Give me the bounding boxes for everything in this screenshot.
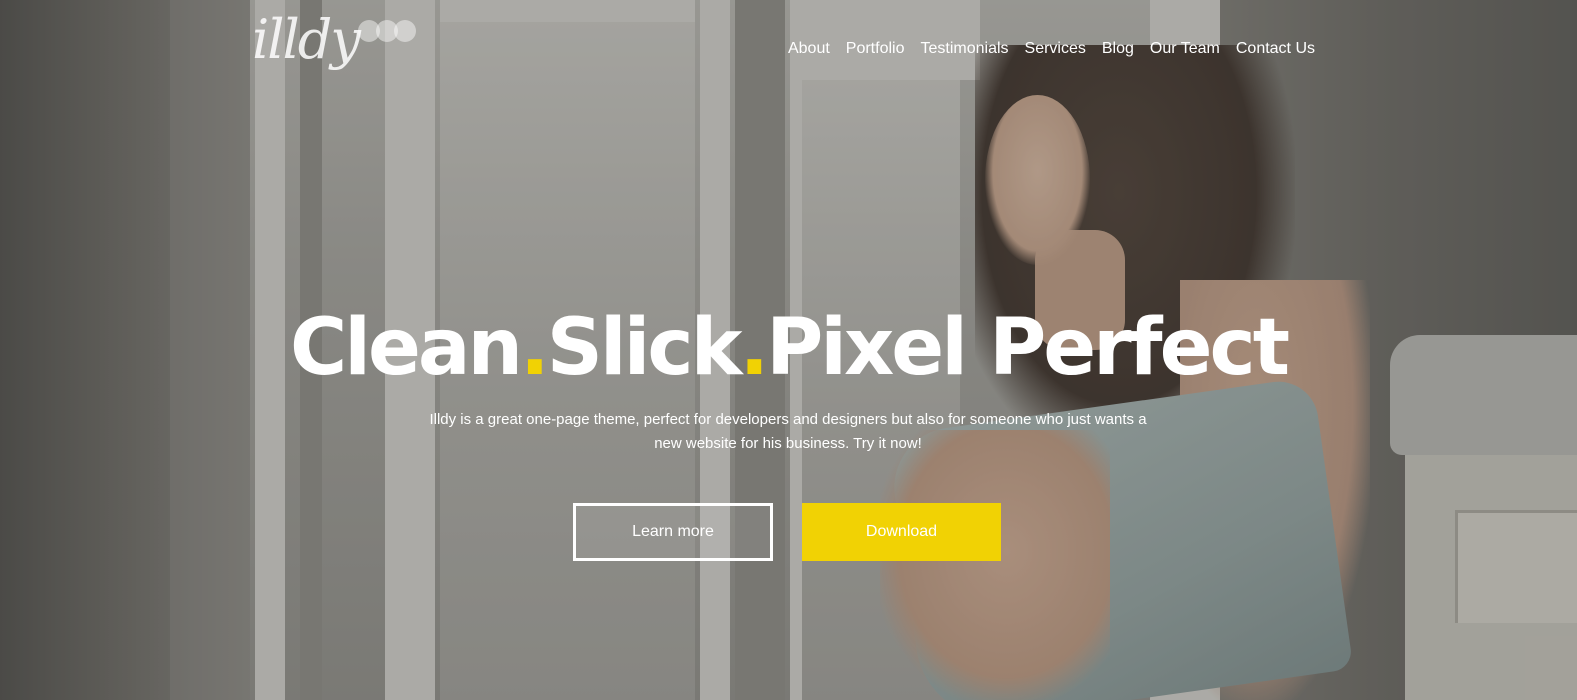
nav-blog[interactable]: Blog xyxy=(1102,38,1134,60)
nav-our-team[interactable]: Our Team xyxy=(1150,38,1220,60)
headline-word-1: Clean xyxy=(290,303,523,393)
logo-text: illdy xyxy=(252,8,361,71)
learn-more-button[interactable]: Learn more xyxy=(573,503,773,561)
hero-section: illdy About Portfolio Testimonials Servi… xyxy=(0,0,1577,700)
headline-dot-1: . xyxy=(520,303,550,393)
headline-word-3: Pixel Perfect xyxy=(766,303,1290,393)
nav-portfolio[interactable]: Portfolio xyxy=(846,38,905,60)
main-nav: About Portfolio Testimonials Services Bl… xyxy=(788,38,1315,60)
subtitle-line-2: new website for his business. Try it now… xyxy=(654,435,922,452)
subtitle-line-1: Illdy is a great one-page theme, perfect… xyxy=(429,411,1147,428)
download-button[interactable]: Download xyxy=(802,503,1001,561)
site-logo[interactable]: illdy xyxy=(252,8,416,92)
hero-subtitle: Illdy is a great one-page theme, perfect… xyxy=(428,408,1148,456)
headline-dot-2: . xyxy=(739,303,769,393)
hero-headline: Clean.Slick.Pixel Perfect xyxy=(0,300,1577,396)
nav-about[interactable]: About xyxy=(788,38,830,60)
headline-word-2: Slick xyxy=(546,303,743,393)
nav-testimonials[interactable]: Testimonials xyxy=(920,38,1008,60)
logo-dots-icon xyxy=(358,20,416,44)
nav-services[interactable]: Services xyxy=(1025,38,1086,60)
nav-contact-us[interactable]: Contact Us xyxy=(1236,38,1315,60)
